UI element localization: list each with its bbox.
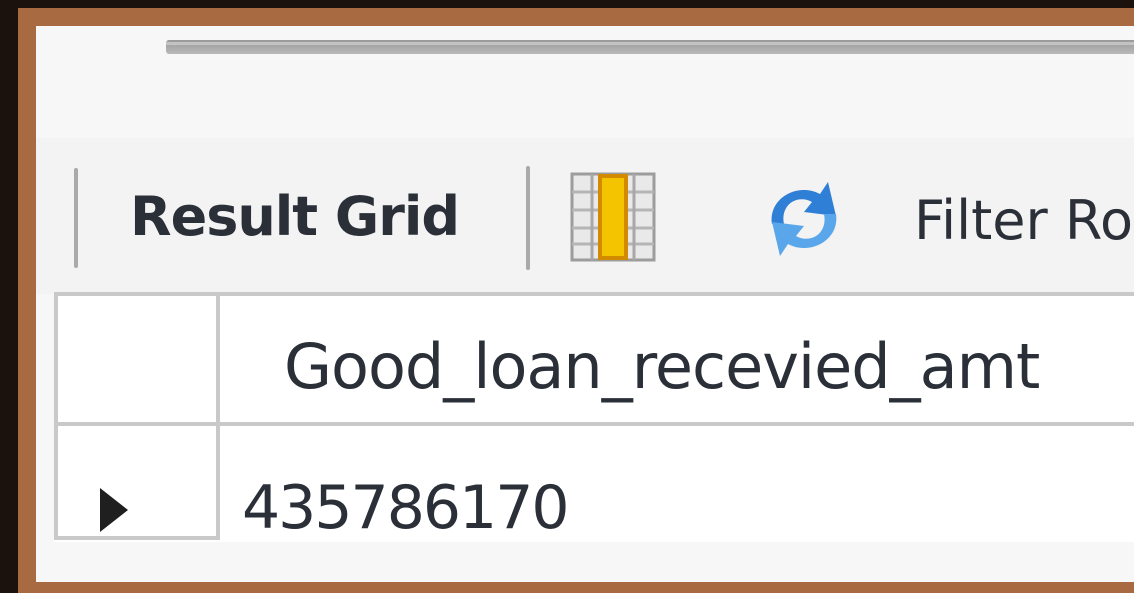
row-header-divider	[216, 292, 220, 540]
column-header[interactable]: Good_loan_recevied_amt	[284, 336, 1040, 398]
result-grid-tab[interactable]: Result Grid	[130, 190, 460, 244]
grid-border-left	[54, 292, 58, 540]
refresh-icon[interactable]	[754, 174, 854, 264]
toolbar-separator	[526, 166, 530, 270]
result-grid-table: Good_loan_recevied_amt 435786170	[54, 292, 1134, 542]
current-row-indicator-icon	[100, 488, 128, 532]
grid-columns-icon[interactable]	[570, 172, 656, 262]
grid-border-bottom	[54, 536, 218, 540]
result-toolbar: Result Grid Filter Ro	[36, 138, 1134, 294]
horizontal-scrollbar[interactable]	[166, 40, 1134, 54]
result-panel: Result Grid Filter Ro Good_loan_recevied…	[36, 26, 1134, 582]
filter-rows-label[interactable]: Filter Ro	[914, 194, 1133, 248]
table-cell[interactable]: 435786170	[242, 478, 570, 538]
toolbar-separator	[74, 168, 78, 268]
